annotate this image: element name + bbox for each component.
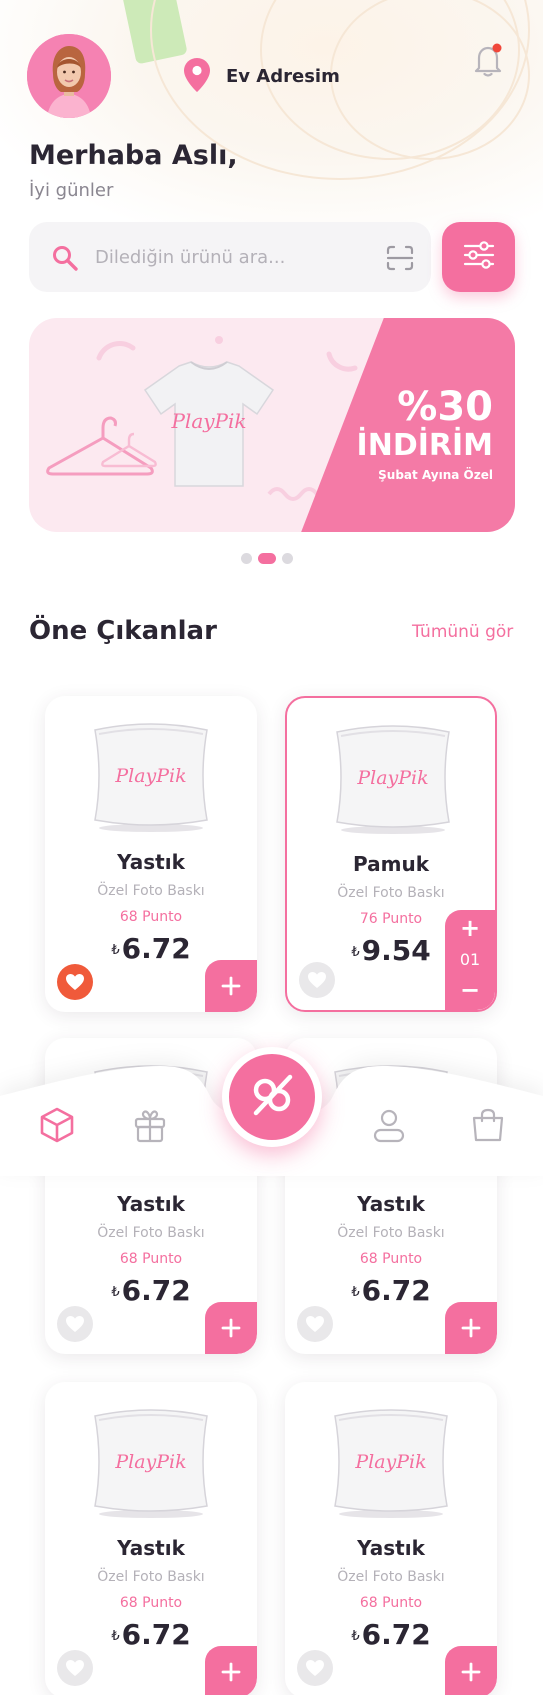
product-price: 6.72 — [361, 1274, 431, 1307]
search-input[interactable] — [95, 236, 365, 278]
product-description: Özel Foto Baskı — [97, 883, 205, 899]
carousel-dot-active[interactable] — [258, 553, 276, 564]
playpik-logo-icon — [246, 1069, 298, 1125]
heart-icon — [306, 1660, 324, 1676]
quantity-stepper: + 01 − — [445, 910, 495, 1010]
product-card[interactable]: PlayPik Pamuk Özel Foto Baskı 76 Punto ₺… — [285, 696, 497, 1012]
search-icon — [51, 244, 79, 272]
currency-symbol: ₺ — [351, 1628, 360, 1644]
product-price: 6.72 — [121, 1274, 191, 1307]
banner-note: Şubat Ayına Özel — [378, 468, 493, 482]
product-name: Pamuk — [353, 852, 429, 876]
favorite-button[interactable] — [299, 962, 335, 998]
product-name: Yastık — [117, 850, 185, 874]
carousel-dot[interactable] — [241, 553, 252, 564]
svg-text:PlayPik: PlayPik — [114, 765, 186, 787]
plus-icon — [461, 1662, 481, 1682]
gift-icon[interactable] — [131, 1106, 169, 1144]
product-points: 68 Punto — [119, 1595, 183, 1611]
playpik-logo-button[interactable] — [222, 1047, 322, 1147]
decrease-button[interactable]: − — [460, 978, 480, 1002]
carousel-indicator — [241, 553, 293, 564]
heart-icon — [306, 1316, 324, 1332]
sliders-icon — [462, 240, 496, 274]
favorite-button[interactable] — [297, 1306, 333, 1342]
product-name: Yastık — [117, 1192, 185, 1216]
increase-button[interactable]: + — [460, 916, 480, 940]
product-card[interactable]: PlayPik Yastık Özel Foto Baskı 68 Punto … — [45, 696, 257, 1012]
heart-icon — [66, 1660, 84, 1676]
currency-symbol: ₺ — [111, 1284, 120, 1300]
favorite-button[interactable] — [57, 1306, 93, 1342]
product-name: Yastık — [357, 1536, 425, 1560]
plus-icon — [221, 1318, 241, 1338]
svg-text:PlayPik: PlayPik — [356, 767, 428, 789]
product-name: Yastık — [357, 1192, 425, 1216]
favorite-button[interactable] — [57, 964, 93, 1000]
currency-symbol: ₺ — [111, 942, 120, 958]
product-description: Özel Foto Baskı — [97, 1569, 205, 1585]
product-description: Özel Foto Baskı — [97, 1225, 205, 1241]
svg-text:PlayPik: PlayPik — [114, 1451, 186, 1473]
cube-icon[interactable] — [38, 1106, 76, 1144]
currency-symbol: ₺ — [351, 944, 360, 960]
greeting-title: Merhaba Aslı, — [29, 140, 238, 171]
pillow-image: PlayPik — [325, 1402, 457, 1522]
product-price: 9.54 — [361, 934, 431, 967]
product-points: 68 Punto — [119, 909, 183, 925]
avatar[interactable] — [27, 34, 111, 118]
add-to-cart-button[interactable] — [445, 1302, 497, 1354]
product-description: Özel Foto Baskı — [337, 885, 445, 901]
banner-headline: İNDİRİM — [356, 428, 493, 463]
add-to-cart-button[interactable] — [205, 960, 257, 1012]
user-icon[interactable] — [370, 1106, 408, 1144]
plus-icon — [221, 976, 241, 996]
product-description: Özel Foto Baskı — [337, 1569, 445, 1585]
section-title: Öne Çıkanlar — [29, 616, 217, 646]
add-to-cart-button[interactable] — [205, 1646, 257, 1695]
banner-discount: %30 — [397, 384, 493, 430]
product-name: Yastık — [117, 1536, 185, 1560]
plus-icon — [461, 1318, 481, 1338]
tshirt-image: PlayPik — [143, 361, 275, 487]
product-points: 68 Punto — [119, 1251, 183, 1267]
product-card[interactable]: PlayPik Yastık Özel Foto Baskı 68 Punto … — [45, 1382, 257, 1695]
heart-icon — [66, 974, 84, 990]
quantity-value: 01 — [459, 949, 481, 969]
favorite-button[interactable] — [57, 1650, 93, 1686]
currency-symbol: ₺ — [351, 1284, 360, 1300]
currency-symbol: ₺ — [111, 1628, 120, 1644]
svg-text:PlayPik: PlayPik — [170, 409, 246, 433]
add-to-cart-button[interactable] — [205, 1302, 257, 1354]
carousel-dot[interactable] — [282, 553, 293, 564]
location-pin-icon[interactable] — [184, 58, 210, 92]
pillow-image: PlayPik — [85, 716, 217, 836]
address-label[interactable]: Ev Adresim — [226, 66, 340, 87]
notification-bell-icon[interactable] — [473, 42, 503, 78]
svg-text:PlayPik: PlayPik — [354, 1451, 426, 1473]
shopping-bag-icon[interactable] — [469, 1106, 507, 1144]
add-to-cart-button[interactable] — [445, 1646, 497, 1695]
favorite-button[interactable] — [297, 1650, 333, 1686]
filter-button[interactable] — [442, 222, 515, 292]
product-description: Özel Foto Baskı — [337, 1225, 445, 1241]
search-bar — [29, 222, 431, 292]
product-price: 6.72 — [121, 932, 191, 965]
heart-icon — [66, 1316, 84, 1332]
heart-icon — [308, 972, 326, 988]
product-points: 68 Punto — [359, 1595, 423, 1611]
pillow-image: PlayPik — [85, 1402, 217, 1522]
scan-icon[interactable] — [386, 245, 414, 271]
promo-banner[interactable]: PlayPik %30 İNDİRİM Şubat Ayına Özel — [29, 318, 515, 532]
see-all-link[interactable]: Tümünü gör — [412, 622, 513, 642]
plus-icon — [221, 1662, 241, 1682]
product-card[interactable]: PlayPik Yastık Özel Foto Baskı 68 Punto … — [285, 1382, 497, 1695]
pillow-image: PlayPik — [327, 718, 459, 838]
product-points: 68 Punto — [359, 1251, 423, 1267]
product-price: 6.72 — [121, 1618, 191, 1651]
product-price: 6.72 — [361, 1618, 431, 1651]
greeting-subtitle: İyi günler — [29, 180, 114, 201]
